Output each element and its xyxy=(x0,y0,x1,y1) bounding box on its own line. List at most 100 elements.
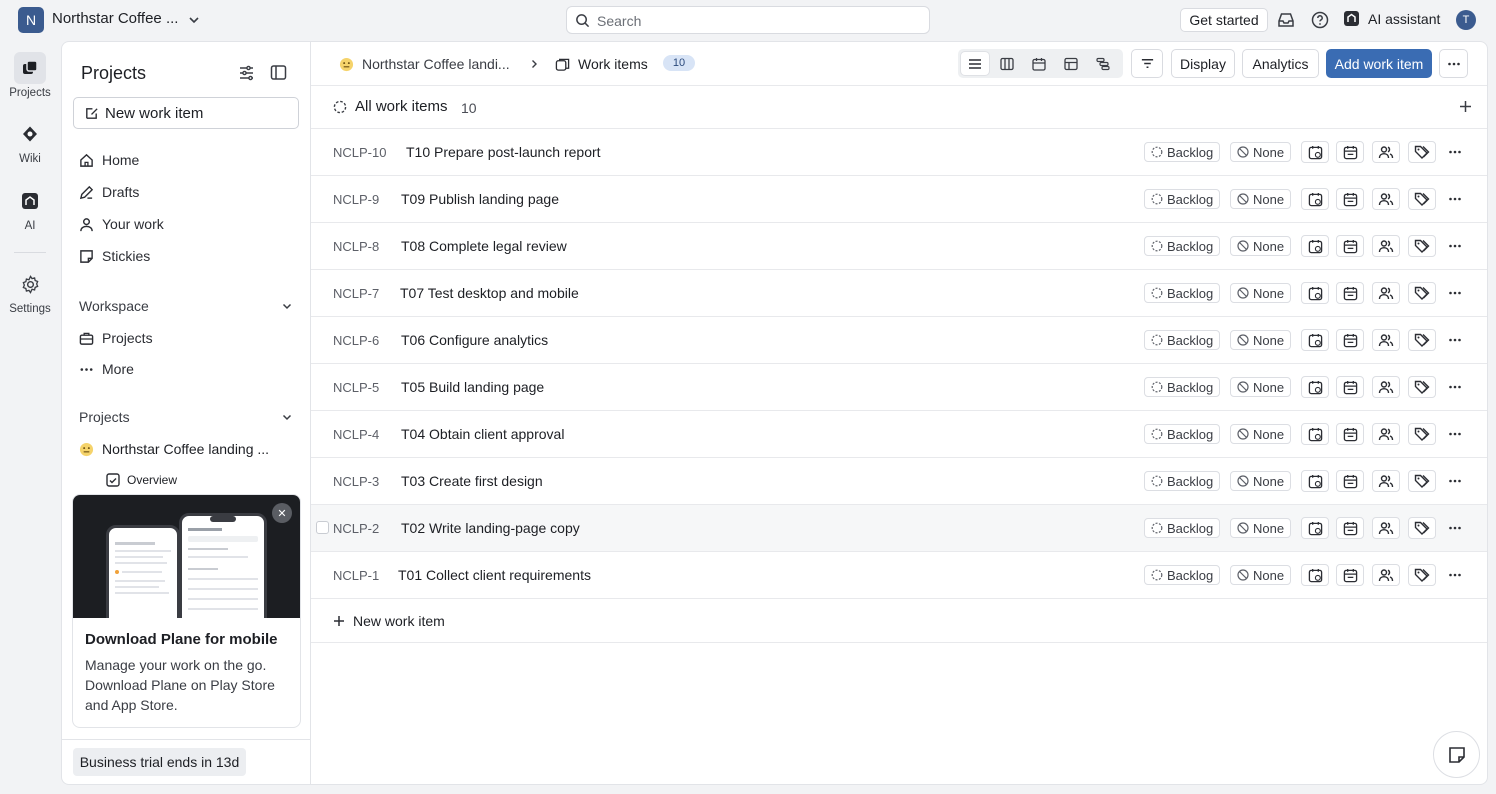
labels-button[interactable] xyxy=(1408,470,1436,492)
state-dropdown[interactable]: Backlog xyxy=(1144,518,1221,538)
help-icon[interactable] xyxy=(1311,11,1329,29)
rail-projects[interactable]: Projects xyxy=(0,52,60,99)
list-layout-icon[interactable] xyxy=(961,52,989,75)
filter-settings-icon[interactable] xyxy=(238,64,255,81)
labels-button[interactable] xyxy=(1408,329,1436,351)
due-date-button[interactable] xyxy=(1336,235,1364,257)
work-item-title[interactable]: T03 Create first design xyxy=(401,473,543,489)
sidebar-toggle-icon[interactable] xyxy=(270,64,287,81)
due-date-button[interactable] xyxy=(1336,282,1364,304)
user-avatar[interactable]: T xyxy=(1456,10,1476,30)
state-dropdown[interactable]: Backlog xyxy=(1144,424,1221,444)
add-work-item-button[interactable]: Add work item xyxy=(1326,49,1432,78)
table-row[interactable]: NCLP-4 T04 Obtain client approval Backlog N… xyxy=(311,411,1487,458)
labels-button[interactable] xyxy=(1408,235,1436,257)
start-date-button[interactable] xyxy=(1301,141,1329,163)
due-date-button[interactable] xyxy=(1336,141,1364,163)
table-row[interactable]: NCLP-6 T06 Configure analytics Backlog None xyxy=(311,317,1487,364)
projects-section-header[interactable]: Projects xyxy=(79,409,293,425)
assignee-button[interactable] xyxy=(1372,470,1400,492)
priority-dropdown[interactable]: None xyxy=(1230,565,1292,585)
priority-dropdown[interactable]: None xyxy=(1230,283,1292,303)
rail-wiki[interactable]: Wiki xyxy=(0,118,60,165)
group-title[interactable]: All work items xyxy=(333,98,448,115)
due-date-button[interactable] xyxy=(1336,423,1364,445)
assignee-button[interactable] xyxy=(1372,235,1400,257)
state-dropdown[interactable]: Backlog xyxy=(1144,236,1221,256)
work-item-title[interactable]: T08 Complete legal review xyxy=(401,238,567,254)
close-icon[interactable]: ✕ xyxy=(272,503,292,523)
assignee-button[interactable] xyxy=(1372,141,1400,163)
start-date-button[interactable] xyxy=(1301,564,1329,586)
work-item-title[interactable]: T01 Collect client requirements xyxy=(398,567,591,583)
assignee-button[interactable] xyxy=(1372,517,1400,539)
row-more-button[interactable] xyxy=(1441,423,1469,445)
filter-button[interactable] xyxy=(1131,49,1163,78)
workspace-name[interactable]: Northstar Coffee ... xyxy=(52,10,178,27)
sidebar-item-more[interactable]: More xyxy=(79,361,134,377)
state-dropdown[interactable]: Backlog xyxy=(1144,189,1221,209)
start-date-button[interactable] xyxy=(1301,423,1329,445)
row-more-button[interactable] xyxy=(1441,517,1469,539)
row-more-button[interactable] xyxy=(1441,141,1469,163)
assignee-button[interactable] xyxy=(1372,376,1400,398)
assignee-button[interactable] xyxy=(1372,564,1400,586)
breadcrumb-work-items[interactable]: Work items xyxy=(555,56,648,72)
sidebar-item-overview[interactable]: Overview xyxy=(106,473,177,487)
labels-button[interactable] xyxy=(1408,282,1436,304)
priority-dropdown[interactable]: None xyxy=(1230,424,1292,444)
assignee-button[interactable] xyxy=(1372,423,1400,445)
labels-button[interactable] xyxy=(1408,141,1436,163)
due-date-button[interactable] xyxy=(1336,564,1364,586)
calendar-layout-icon[interactable] xyxy=(1025,52,1053,75)
due-date-button[interactable] xyxy=(1336,376,1364,398)
start-date-button[interactable] xyxy=(1301,282,1329,304)
state-dropdown[interactable]: Backlog xyxy=(1144,330,1221,350)
more-options-button[interactable] xyxy=(1439,49,1468,78)
table-row[interactable]: NCLP-9 T09 Publish landing page Backlog Non… xyxy=(311,176,1487,223)
sidebar-new-work-item-button[interactable]: New work item xyxy=(73,97,299,129)
table-row[interactable]: NCLP-5 T05 Build landing page Backlog None xyxy=(311,364,1487,411)
search-input[interactable]: Search xyxy=(566,6,930,34)
assignee-button[interactable] xyxy=(1372,188,1400,210)
labels-button[interactable] xyxy=(1408,517,1436,539)
start-date-button[interactable] xyxy=(1301,188,1329,210)
state-dropdown[interactable]: Backlog xyxy=(1144,142,1221,162)
inbox-icon[interactable] xyxy=(1277,11,1295,29)
work-item-title[interactable]: T09 Publish landing page xyxy=(401,191,559,207)
due-date-button[interactable] xyxy=(1336,188,1364,210)
sidebar-item-projects[interactable]: Projects xyxy=(79,330,153,346)
start-date-button[interactable] xyxy=(1301,376,1329,398)
start-date-button[interactable] xyxy=(1301,329,1329,351)
sidebar-project-item[interactable]: Northstar Coffee landing ... xyxy=(79,441,269,457)
spreadsheet-layout-icon[interactable] xyxy=(1057,52,1085,75)
get-started-button[interactable]: Get started xyxy=(1180,8,1268,32)
due-date-button[interactable] xyxy=(1336,470,1364,492)
table-row[interactable]: NCLP-1 T01 Collect client requirements Bac… xyxy=(311,552,1487,599)
workspace-avatar[interactable]: N xyxy=(18,7,44,33)
work-item-title[interactable]: T06 Configure analytics xyxy=(401,332,548,348)
start-date-button[interactable] xyxy=(1301,517,1329,539)
analytics-button[interactable]: Analytics xyxy=(1242,49,1319,78)
table-row[interactable]: NCLP-10 T10 Prepare post-launch report Bac… xyxy=(311,129,1487,176)
labels-button[interactable] xyxy=(1408,423,1436,445)
trial-badge[interactable]: Business trial ends in 13d xyxy=(73,748,246,776)
due-date-button[interactable] xyxy=(1336,517,1364,539)
gantt-layout-icon[interactable] xyxy=(1089,52,1117,75)
work-item-title[interactable]: T07 Test desktop and mobile xyxy=(400,285,579,301)
work-item-title[interactable]: T05 Build landing page xyxy=(401,379,544,395)
row-more-button[interactable] xyxy=(1441,282,1469,304)
priority-dropdown[interactable]: None xyxy=(1230,377,1292,397)
sticky-note-fab[interactable] xyxy=(1433,731,1480,778)
state-dropdown[interactable]: Backlog xyxy=(1144,377,1221,397)
work-item-title[interactable]: T10 Prepare post-launch report xyxy=(406,144,601,160)
priority-dropdown[interactable]: None xyxy=(1230,518,1292,538)
breadcrumb-project[interactable]: Northstar Coffee landi... xyxy=(339,56,510,72)
sidebar-item-stickies[interactable]: Stickies xyxy=(79,248,150,264)
work-item-title[interactable]: T02 Write landing-page copy xyxy=(401,520,580,536)
table-row[interactable]: NCLP-3 T03 Create first design Backlog None xyxy=(311,458,1487,505)
assignee-button[interactable] xyxy=(1372,329,1400,351)
work-item-title[interactable]: T04 Obtain client approval xyxy=(401,426,564,442)
table-row[interactable]: NCLP-2 T02 Write landing-page copy Backlog… xyxy=(311,505,1487,552)
new-work-item-row[interactable]: New work item xyxy=(311,599,1487,643)
